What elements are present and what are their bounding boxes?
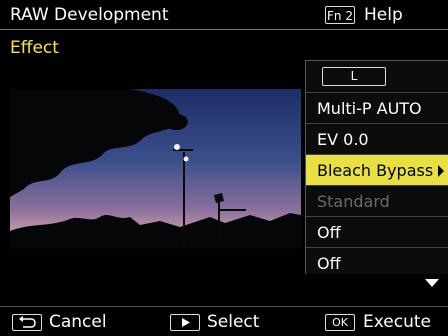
menu-item-exposure-compensation[interactable]: EV 0.0 [306, 123, 448, 154]
preview-image [10, 89, 301, 249]
screen-title: RAW Development [10, 5, 169, 25]
play-key-icon[interactable] [170, 314, 200, 331]
menu-item-setting-a[interactable]: Off [306, 216, 448, 247]
cancel-label[interactable]: Cancel [49, 311, 107, 333]
menu-item-label: Standard [317, 192, 390, 211]
footer-divider [0, 306, 448, 307]
menu-item-exposure-mode[interactable]: Multi-P AUTO [306, 92, 448, 123]
menu-item-label: Multi-P AUTO [317, 99, 422, 118]
fn2-key-icon[interactable]: Fn 2 [325, 6, 355, 24]
menu-item-label: Bleach Bypass [317, 161, 434, 180]
select-label[interactable]: Select [207, 311, 259, 333]
menu-item-label: Off [317, 223, 341, 242]
chevron-right-icon [438, 165, 444, 177]
back-key-icon[interactable] [12, 314, 42, 331]
menu-item-label: Off [317, 254, 341, 273]
section-label: Effect [10, 38, 59, 58]
help-label: Help [364, 5, 403, 25]
develop-parameter-menu: L Multi-P AUTO EV 0.0 Bleach Bypass Stan… [305, 60, 448, 274]
menu-item-setting-b[interactable]: Off [306, 247, 448, 278]
execute-label[interactable]: Execute [363, 311, 431, 333]
ok-key-icon[interactable]: OK [325, 314, 355, 331]
header-divider [0, 29, 448, 30]
menu-item-effect[interactable]: Bleach Bypass [306, 154, 448, 185]
scroll-down-icon[interactable] [425, 279, 439, 287]
menu-item-image-tone: Standard [306, 185, 448, 216]
menu-item-label: EV 0.0 [317, 130, 369, 149]
image-size-chip[interactable]: L [322, 67, 386, 86]
